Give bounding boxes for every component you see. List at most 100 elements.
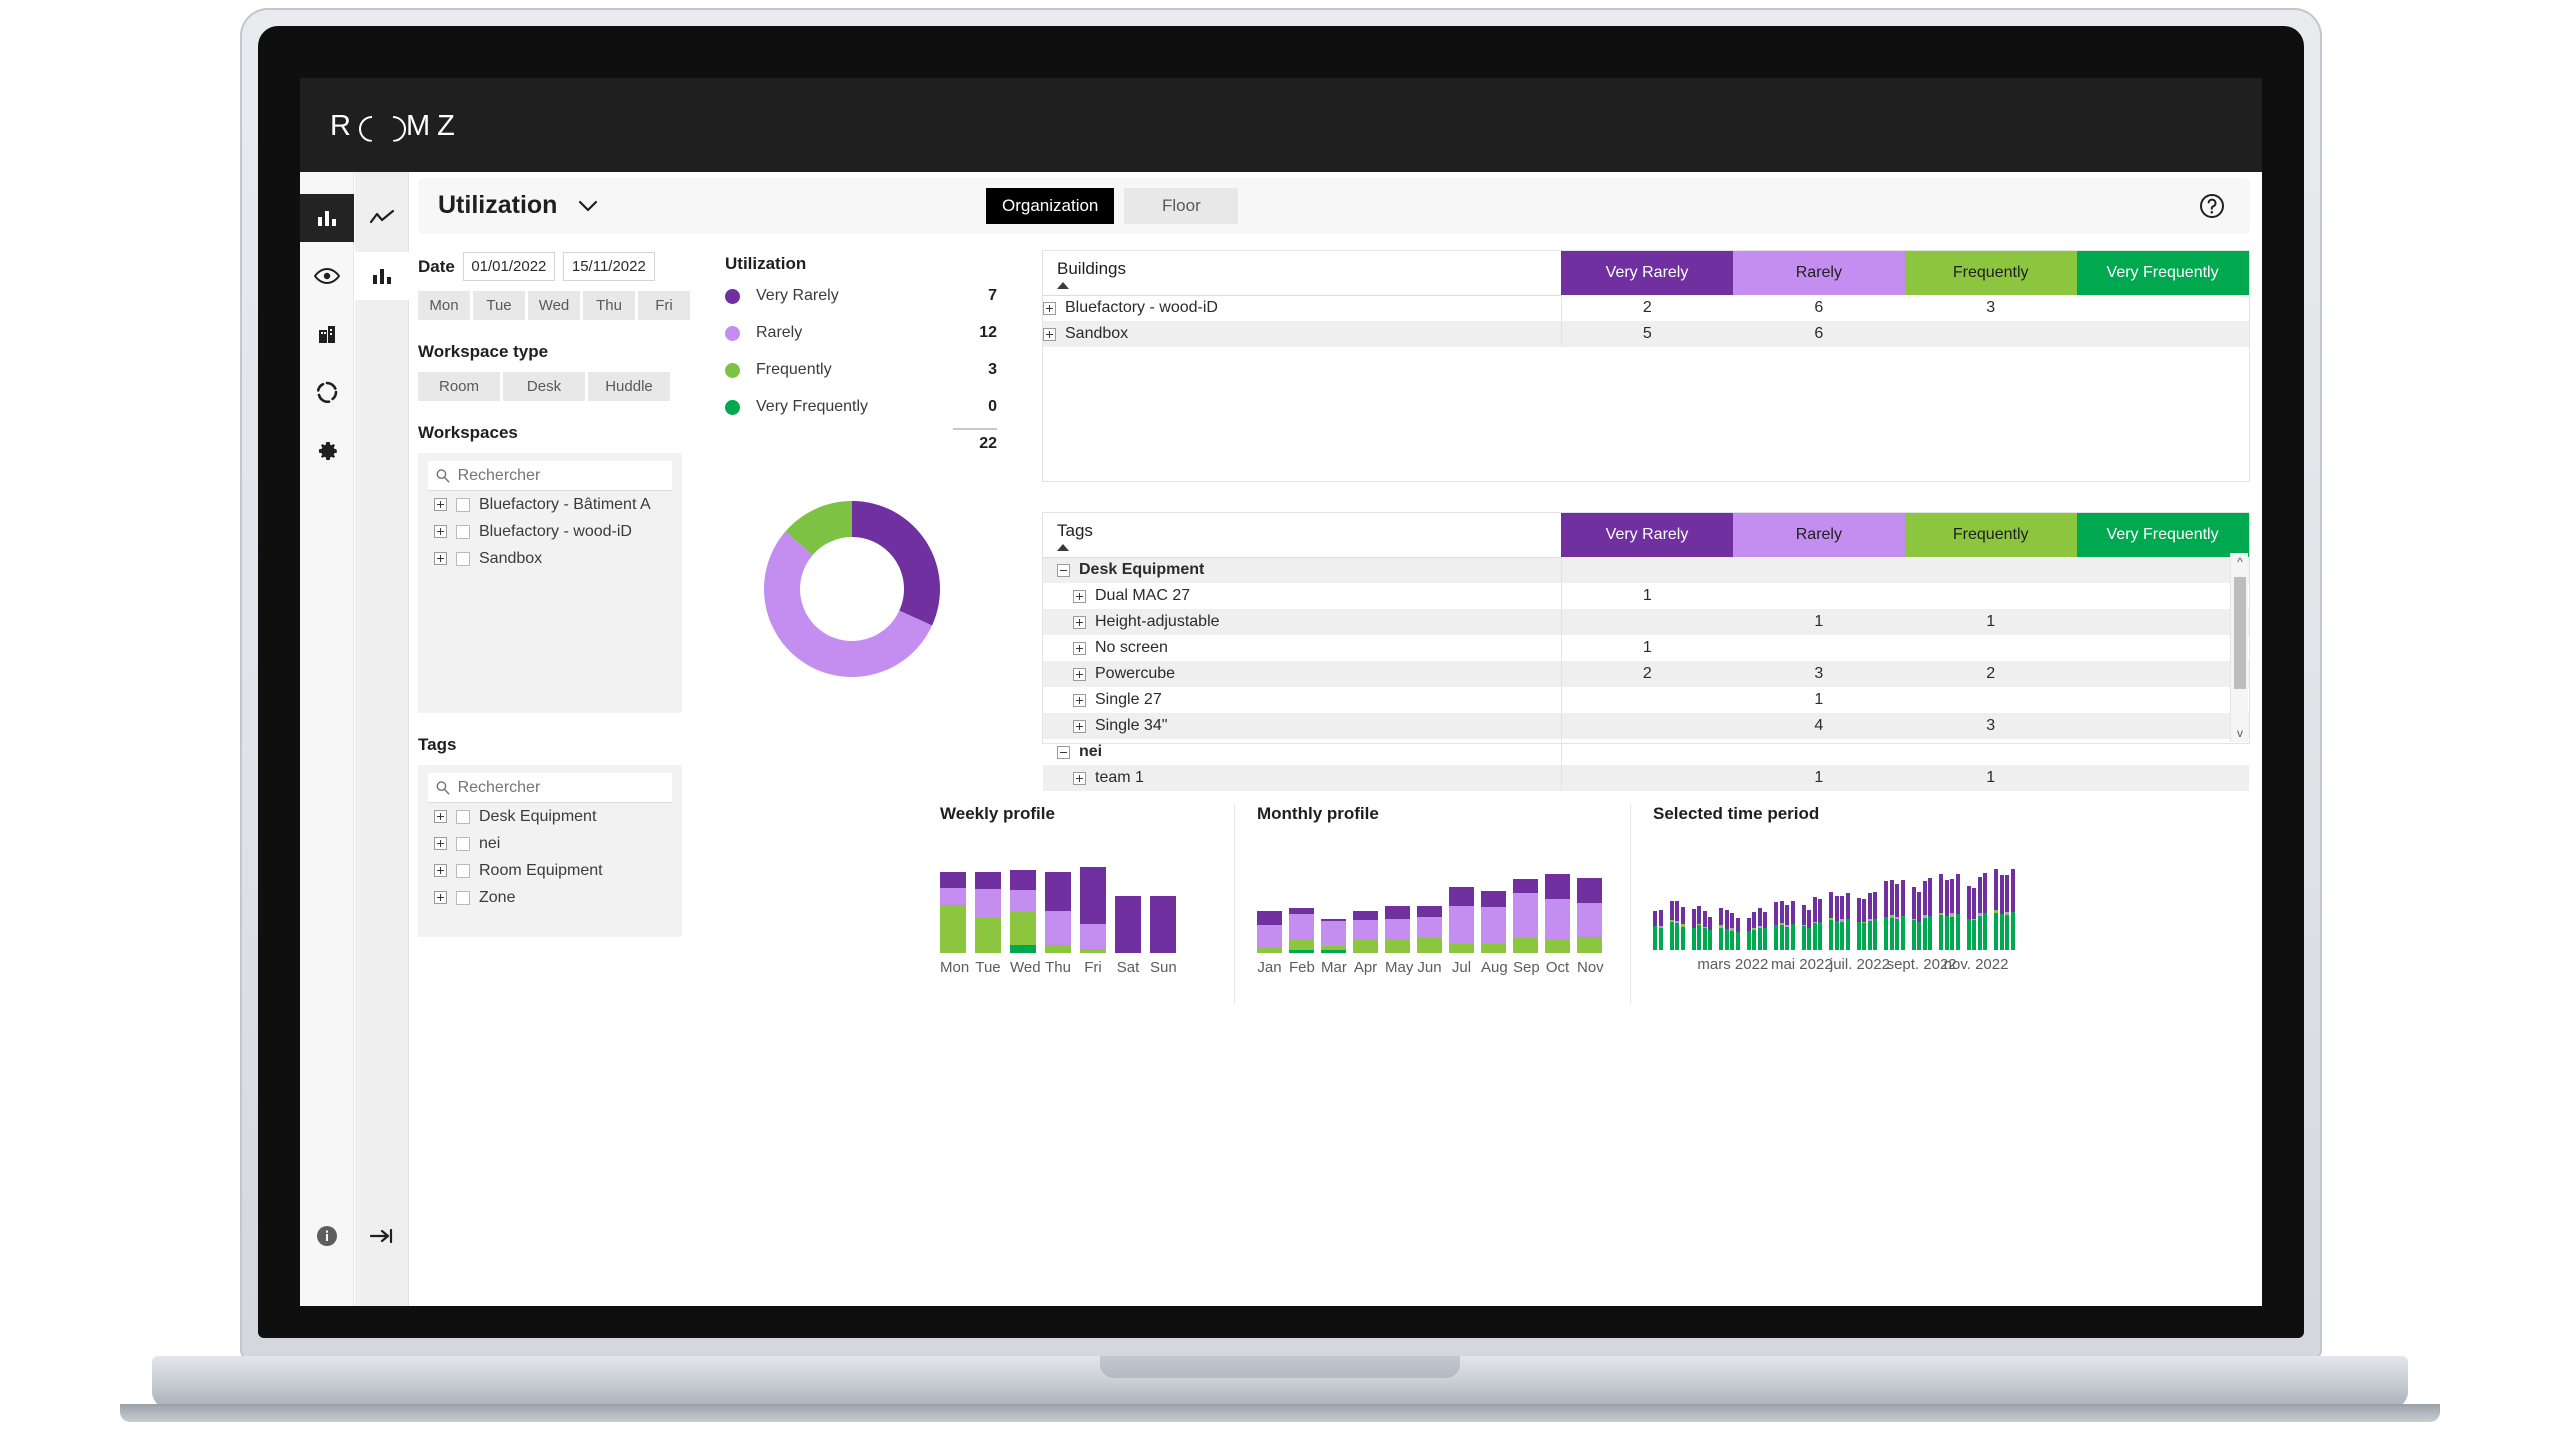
daily-stacked-bar[interactable] xyxy=(1851,864,1855,950)
expand-plus-icon[interactable] xyxy=(1073,693,1086,707)
stacked-bar[interactable] xyxy=(1080,867,1106,953)
sidebar-item-occupancy[interactable] xyxy=(300,368,354,416)
col-header-very-frequently[interactable]: Very Frequently xyxy=(2076,513,2249,557)
daily-stacked-bar[interactable] xyxy=(1840,864,1844,950)
scrollbar-thumb[interactable] xyxy=(2234,577,2246,689)
daily-stacked-bar[interactable] xyxy=(1653,864,1657,950)
expand-plus-icon[interactable] xyxy=(1073,719,1086,733)
tag-checkbox[interactable] xyxy=(456,863,470,878)
tag-checkbox[interactable] xyxy=(456,836,470,851)
daily-stacked-bar[interactable] xyxy=(1757,864,1762,950)
daily-stacked-bar[interactable] xyxy=(1812,864,1817,950)
chevron-down-icon[interactable] xyxy=(578,200,598,212)
tab-floor[interactable]: Floor xyxy=(1124,188,1239,224)
col-header-very-rarely[interactable]: Very Rarely xyxy=(1561,513,1733,557)
weekday-chip-thu[interactable]: Thu xyxy=(583,291,635,320)
daily-stacked-bar[interactable] xyxy=(1697,864,1701,950)
daily-stacked-bar[interactable] xyxy=(1752,864,1756,950)
tags-name-header[interactable]: Tags xyxy=(1043,513,1562,558)
daily-stacked-bar[interactable] xyxy=(1719,864,1723,950)
workspaces-search-input[interactable] xyxy=(457,466,664,485)
daily-stacked-bar[interactable] xyxy=(1669,864,1674,950)
daily-stacked-bar[interactable] xyxy=(1735,864,1740,950)
expand-plus-icon[interactable] xyxy=(1043,301,1056,315)
daily-stacked-bar[interactable] xyxy=(1950,864,1954,950)
info-icon[interactable] xyxy=(300,1212,354,1260)
expand-plus-icon[interactable] xyxy=(1073,615,1086,629)
workspace-type-huddle[interactable]: Huddle xyxy=(588,372,670,401)
table-row[interactable]: Bluefactory - wood-iD 2 6 3 xyxy=(1043,295,2249,321)
daily-stacked-bar[interactable] xyxy=(1724,864,1729,950)
stacked-bar[interactable] xyxy=(1449,867,1474,953)
daily-stacked-bar[interactable] xyxy=(2005,864,2009,950)
daily-stacked-bar[interactable] xyxy=(1801,864,1806,950)
daily-stacked-bar[interactable] xyxy=(1972,864,1976,950)
workspace-checkbox[interactable] xyxy=(456,551,470,566)
daily-stacked-bar[interactable] xyxy=(1779,864,1784,950)
legend-row[interactable]: Very Frequently 0 xyxy=(725,392,1005,422)
daily-stacked-bar[interactable] xyxy=(1856,864,1861,950)
sidebar-item-settings[interactable] xyxy=(300,426,354,474)
legend-row[interactable]: Rarely 12 xyxy=(725,318,1005,348)
help-circle-icon[interactable] xyxy=(2198,192,2226,220)
date-to-input[interactable] xyxy=(562,252,655,281)
col-header-very-frequently[interactable]: Very Frequently xyxy=(2076,251,2249,295)
table-row[interactable]: Single 34" 4 3 xyxy=(1043,713,2249,739)
daily-stacked-bar[interactable] xyxy=(1785,864,1789,950)
col-header-frequently[interactable]: Frequently xyxy=(1904,251,2077,295)
daily-stacked-bar[interactable] xyxy=(1675,864,1679,950)
col-header-very-rarely[interactable]: Very Rarely xyxy=(1561,251,1733,295)
workspace-tree-item[interactable]: Bluefactory - Bâtiment A xyxy=(428,491,672,518)
tags-search-input[interactable] xyxy=(457,778,664,797)
stacked-bar[interactable] xyxy=(1150,867,1176,953)
stacked-bar[interactable] xyxy=(1010,867,1036,953)
stacked-bar[interactable] xyxy=(1417,867,1442,953)
daily-stacked-bar[interactable] xyxy=(1961,864,1965,950)
tag-checkbox[interactable] xyxy=(456,890,470,905)
daily-stacked-bar[interactable] xyxy=(1939,864,1943,950)
expand-plus-icon[interactable] xyxy=(434,498,447,511)
daily-stacked-bar[interactable] xyxy=(1944,864,1949,950)
workspace-tree-item[interactable]: Bluefactory - wood-iD xyxy=(428,518,672,545)
expand-plus-icon[interactable] xyxy=(434,891,447,904)
tag-tree-item[interactable]: Desk Equipment xyxy=(428,803,672,830)
expand-plus-icon[interactable] xyxy=(434,837,447,850)
stacked-bar[interactable] xyxy=(1481,867,1506,953)
daily-stacked-bar[interactable] xyxy=(1873,864,1877,950)
col-header-rarely[interactable]: Rarely xyxy=(1732,513,1905,557)
daily-stacked-bar[interactable] xyxy=(1818,864,1822,950)
daily-stacked-bar[interactable] xyxy=(1999,864,2004,950)
daily-stacked-bar[interactable] xyxy=(1691,864,1696,950)
daily-stacked-bar[interactable] xyxy=(2010,864,2015,950)
sort-ascending-caret[interactable] xyxy=(1057,282,1069,289)
legend-row[interactable]: Very Rarely 7 xyxy=(725,281,1005,311)
daily-stacked-bar[interactable] xyxy=(1834,864,1839,950)
sidebar-item-visibility[interactable] xyxy=(300,252,354,300)
daily-stacked-bar[interactable] xyxy=(1862,864,1866,950)
workspace-checkbox[interactable] xyxy=(456,497,470,512)
daily-stacked-bar[interactable] xyxy=(1889,864,1894,950)
daily-stacked-bar[interactable] xyxy=(1845,864,1850,950)
workspace-type-desk[interactable]: Desk xyxy=(503,372,585,401)
expand-plus-icon[interactable] xyxy=(434,525,447,538)
expand-plus-icon[interactable] xyxy=(1073,771,1086,785)
weekday-chip-mon[interactable]: Mon xyxy=(418,291,470,320)
daily-stacked-bar[interactable] xyxy=(1686,864,1690,950)
daily-stacked-bar[interactable] xyxy=(1989,864,1993,950)
daily-stacked-bar[interactable] xyxy=(1994,864,1998,950)
stacked-bar[interactable] xyxy=(1045,867,1071,953)
sidebar-item-analytics[interactable] xyxy=(300,194,354,242)
daily-stacked-bar[interactable] xyxy=(1769,864,1773,950)
stacked-bar[interactable] xyxy=(1115,867,1141,953)
stacked-bar[interactable] xyxy=(1545,867,1570,953)
daily-stacked-bar[interactable] xyxy=(1917,864,1921,950)
tag-tree-item[interactable]: Room Equipment xyxy=(428,857,672,884)
weekday-chip-tue[interactable]: Tue xyxy=(473,291,525,320)
workspace-checkbox[interactable] xyxy=(456,524,470,539)
daily-stacked-bar[interactable] xyxy=(1911,864,1916,950)
daily-stacked-bar[interactable] xyxy=(1983,864,1987,950)
expand-plus-icon[interactable] xyxy=(434,552,447,565)
expand-plus-icon[interactable] xyxy=(1073,641,1086,655)
legend-row[interactable]: Frequently 3 xyxy=(725,355,1005,385)
daily-stacked-bar[interactable] xyxy=(1741,864,1745,950)
